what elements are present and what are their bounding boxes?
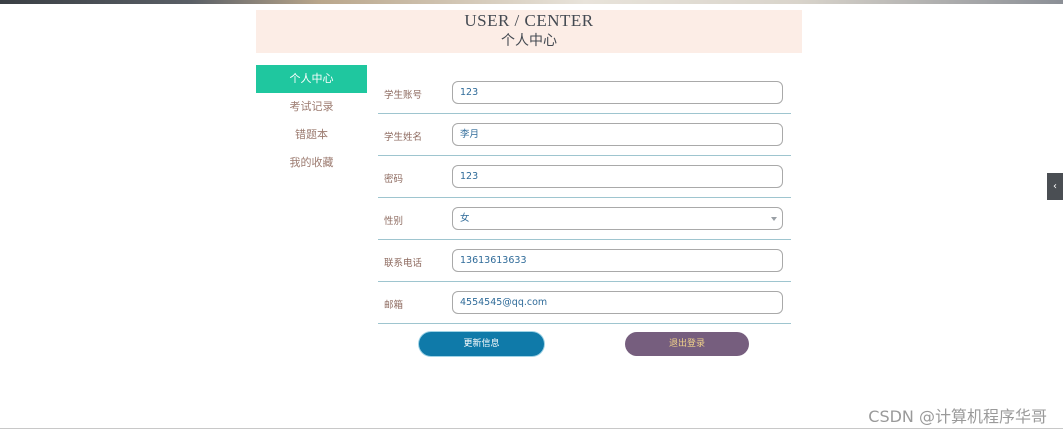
form-row-account: 学生账号 123 [378,72,791,114]
gender-select-value: 女 [460,213,470,224]
side-panel-toggle[interactable]: ‹ [1047,173,1063,200]
email-input[interactable]: 4554545@qq.com [452,291,783,314]
student-account-label: 学生账号 [384,90,423,101]
bottom-divider [0,428,1063,429]
password-label: 密码 [384,174,404,185]
form-row-email: 邮箱 4554545@qq.com [378,282,791,324]
page-title-cn: 个人中心 [501,33,557,49]
phone-input[interactable]: 13613613633 [452,249,783,272]
sidebar-menu: 个人中心 考试记录 错题本 我的收藏 [256,65,367,177]
form-row-gender: 性别 女 [378,198,791,240]
form-row-name: 学生姓名 李月 [378,114,791,156]
top-banner-strip [0,0,1063,4]
page-header: USER / CENTER 个人中心 [256,10,802,53]
watermark-text: CSDN @计算机程序华哥 [868,407,1047,426]
sidebar-item-wrong-questions[interactable]: 错题本 [256,121,367,149]
gender-select[interactable]: 女 [452,207,783,230]
student-account-input[interactable]: 123 [452,81,783,104]
password-input[interactable]: 123 [452,165,783,188]
gender-label: 性别 [384,216,404,227]
phone-label: 联系电话 [384,258,423,269]
email-label: 邮箱 [384,300,404,311]
sidebar-item-profile[interactable]: 个人中心 [256,65,367,93]
chevron-left-icon: ‹ [1053,181,1057,192]
student-name-label: 学生姓名 [384,132,423,143]
update-info-button[interactable]: 更新信息 [419,332,544,356]
form-row-password: 密码 123 [378,156,791,198]
student-name-input[interactable]: 李月 [452,123,783,146]
chevron-down-icon [771,217,777,221]
page-title-en: USER / CENTER [464,11,594,30]
sidebar-item-favorites[interactable]: 我的收藏 [256,149,367,177]
logout-button[interactable]: 退出登录 [625,332,749,356]
profile-form: 学生账号 123 学生姓名 李月 密码 123 性别 女 联系电话 136136… [378,72,791,324]
sidebar-item-exam-records[interactable]: 考试记录 [256,93,367,121]
form-row-phone: 联系电话 13613613633 [378,240,791,282]
